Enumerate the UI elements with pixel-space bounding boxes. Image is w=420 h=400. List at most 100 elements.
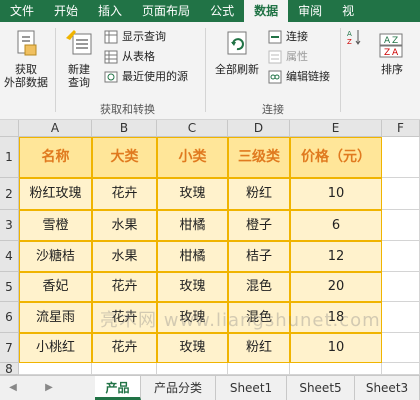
column-header-c[interactable]: C [157, 120, 228, 137]
svg-text:A: A [384, 36, 391, 46]
table-cell[interactable]: 10 [290, 178, 382, 210]
table-cell[interactable]: 雪橙 [19, 210, 92, 241]
table-cell[interactable]: 水果 [92, 241, 157, 272]
table-cell[interactable]: 玫瑰 [157, 272, 228, 302]
table-cell[interactable]: 10 [290, 333, 382, 363]
properties-button[interactable]: 属性 [268, 48, 308, 66]
row-header[interactable]: 6 [0, 302, 19, 333]
empty-cell[interactable] [382, 137, 420, 178]
empty-cell[interactable] [19, 363, 92, 375]
edit-links-button[interactable]: 编辑链接 [268, 68, 330, 86]
table-cell[interactable]: 20 [290, 272, 382, 302]
tab-page-layout[interactable]: 页面布局 [132, 0, 200, 22]
empty-cell[interactable] [382, 333, 420, 363]
sheet-tab-product[interactable]: 产品 [95, 376, 141, 400]
column-header-a[interactable]: A [19, 120, 92, 137]
sort-az-button[interactable]: AZ [347, 28, 361, 46]
table-cell[interactable]: 沙糖桔 [19, 241, 92, 272]
table-header-cell[interactable]: 小类 [157, 137, 228, 178]
sheet-tab-sheet1[interactable]: Sheet1 [216, 376, 287, 400]
table-header-cell[interactable]: 三级类 [228, 137, 290, 178]
tab-home[interactable]: 开始 [44, 0, 88, 22]
column-header-e[interactable]: E [290, 120, 382, 137]
empty-cell[interactable] [382, 210, 420, 241]
column-header-d[interactable]: D [228, 120, 290, 137]
table-cell[interactable]: 12 [290, 241, 382, 272]
connections-button[interactable]: 连接 [268, 28, 308, 46]
table-header-cell[interactable]: 价格（元） [290, 137, 382, 178]
sheet-nav-prev-icon[interactable]: ◀ [4, 376, 22, 400]
sheet-nav-next-icon[interactable]: ▶ [40, 376, 58, 400]
svg-text:Z: Z [347, 38, 352, 46]
table-cell[interactable]: 香妃 [19, 272, 92, 302]
column-header-f[interactable]: F [382, 120, 420, 137]
show-queries-button[interactable]: 显示查询 [104, 28, 166, 46]
tab-data[interactable]: 数据 [244, 0, 289, 22]
empty-cell[interactable] [228, 363, 290, 375]
new-query-icon [66, 30, 92, 55]
select-all-corner[interactable] [0, 120, 19, 137]
sheet-tab-product-category[interactable]: 产品分类 [141, 376, 216, 400]
excel-window: 文件 开始 插入 页面布局 公式 数据 审阅 视 获取 外部数据 新建 查询 显… [0, 0, 420, 400]
empty-cell[interactable] [382, 302, 420, 333]
table-cell[interactable]: 水果 [92, 210, 157, 241]
table-cell[interactable]: 混色 [228, 302, 290, 333]
refresh-all-button[interactable]: 全部刷新 [210, 28, 264, 76]
grid-icon [104, 50, 118, 64]
table-cell[interactable]: 粉红玫瑰 [19, 178, 92, 210]
empty-cell[interactable] [382, 241, 420, 272]
sheet-tab-sheet5[interactable]: Sheet5 [287, 376, 355, 400]
sheet-tab-sheet3[interactable]: Sheet3 [355, 376, 420, 400]
empty-cell[interactable] [290, 363, 382, 375]
column-header-b[interactable]: B [92, 120, 157, 137]
sort-button[interactable]: A Z Z A 排序 [372, 32, 412, 76]
table-cell[interactable]: 6 [290, 210, 382, 241]
tab-formulas[interactable]: 公式 [200, 0, 244, 22]
table-cell[interactable]: 花卉 [92, 333, 157, 363]
table-cell[interactable]: 小桃红 [19, 333, 92, 363]
table-header-cell[interactable]: 名称 [19, 137, 92, 178]
table-cell[interactable]: 流星雨 [19, 302, 92, 333]
row-header[interactable]: 7 [0, 333, 19, 363]
table-cell[interactable]: 粉红 [228, 333, 290, 363]
empty-cell[interactable] [92, 363, 157, 375]
empty-cell[interactable] [382, 272, 420, 302]
table-cell[interactable]: 柑橘 [157, 241, 228, 272]
row-header[interactable]: 4 [0, 241, 19, 272]
table-cell[interactable]: 橙子 [228, 210, 290, 241]
table-cell[interactable]: 玫瑰 [157, 178, 228, 210]
tab-review[interactable]: 审阅 [288, 0, 332, 22]
edit-links-label: 编辑链接 [286, 70, 330, 83]
svg-text:A: A [347, 30, 352, 38]
table-cell[interactable]: 玫瑰 [157, 302, 228, 333]
table-cell[interactable]: 花卉 [92, 302, 157, 333]
table-cell[interactable]: 桔子 [228, 241, 290, 272]
tab-insert[interactable]: 插入 [88, 0, 132, 22]
row-header[interactable]: 1 [0, 137, 19, 178]
tab-file[interactable]: 文件 [0, 0, 44, 22]
table-header-cell[interactable]: 大类 [92, 137, 157, 178]
row-header[interactable]: 5 [0, 272, 19, 302]
row-header[interactable]: 2 [0, 178, 19, 210]
table-cell[interactable]: 玫瑰 [157, 333, 228, 363]
from-table-button[interactable]: 从表格 [104, 48, 155, 66]
table-cell[interactable]: 花卉 [92, 178, 157, 210]
spreadsheet-grid[interactable]: A B C D E F 1 2 3 4 5 6 7 8 名称 大类 小类 三级类… [0, 120, 420, 375]
new-query-button[interactable]: 新建 查询 [58, 28, 100, 89]
row-header[interactable]: 3 [0, 210, 19, 241]
row-header[interactable]: 8 [0, 363, 19, 375]
table-cell[interactable]: 花卉 [92, 272, 157, 302]
show-queries-label: 显示查询 [122, 30, 166, 43]
table-cell[interactable]: 18 [290, 302, 382, 333]
table-cell[interactable]: 柑橘 [157, 210, 228, 241]
sort-ascending-icon: AZ [347, 30, 361, 46]
empty-cell[interactable] [157, 363, 228, 375]
recent-sources-button[interactable]: 最近使用的源 [104, 68, 188, 86]
table-cell[interactable]: 粉红 [228, 178, 290, 210]
empty-cell[interactable] [382, 363, 420, 375]
ribbon-separator [340, 28, 341, 112]
empty-cell[interactable] [382, 178, 420, 210]
table-cell[interactable]: 混色 [228, 272, 290, 302]
get-external-data-button[interactable]: 获取 外部数据 [0, 28, 52, 89]
tab-view[interactable]: 视 [332, 0, 364, 22]
